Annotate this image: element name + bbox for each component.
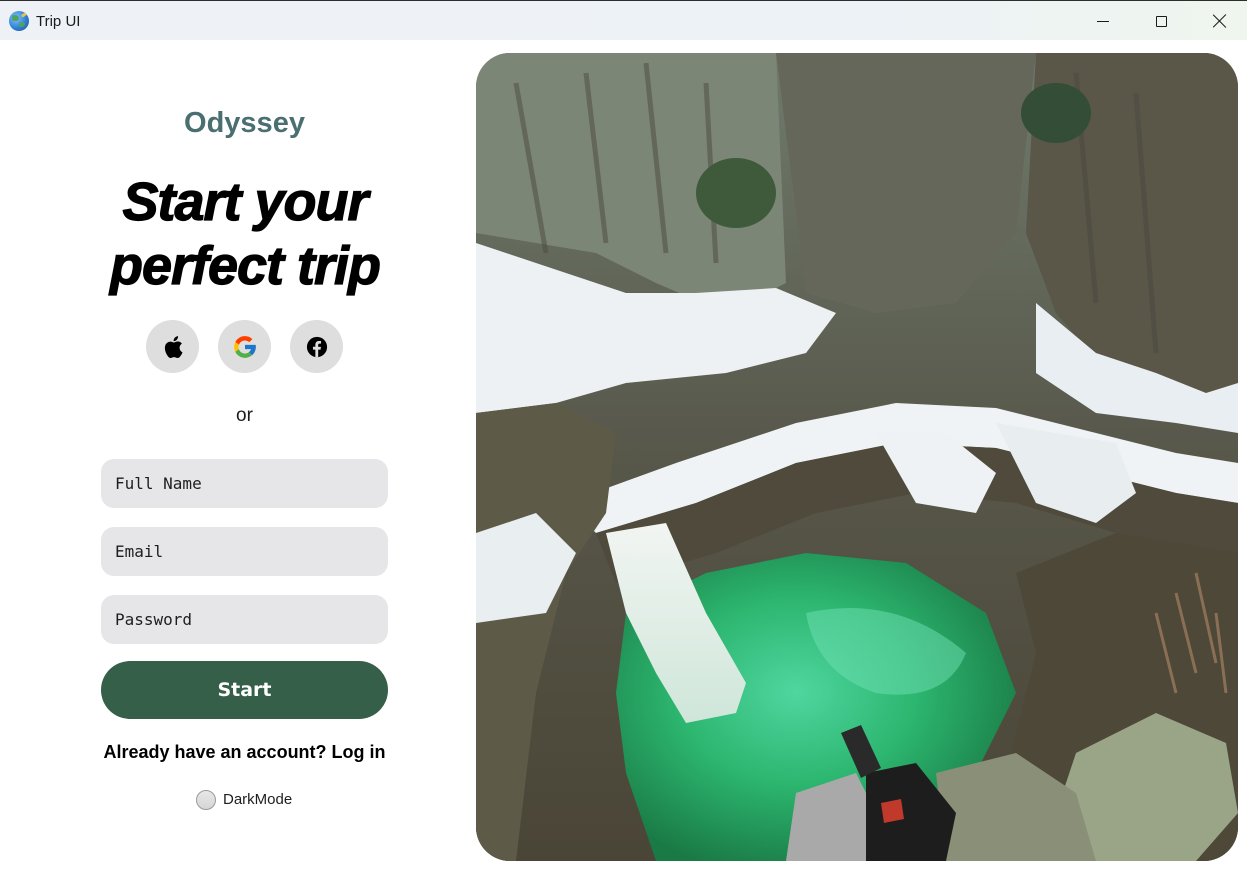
email-input[interactable]: [101, 527, 388, 576]
apple-login-button[interactable]: [146, 320, 199, 373]
window-title: Trip UI: [36, 13, 81, 30]
close-icon: [1212, 14, 1226, 28]
password-input[interactable]: [101, 595, 388, 644]
dark-mode-label: DarkMode: [223, 791, 293, 808]
facebook-login-button[interactable]: [290, 320, 343, 373]
google-login-button[interactable]: [218, 320, 271, 373]
title-bar: Trip UI: [0, 0, 1247, 40]
minimize-icon: [1097, 20, 1109, 22]
minimize-button[interactable]: [1074, 1, 1132, 41]
globe-icon: [9, 11, 29, 31]
or-separator: or: [236, 405, 253, 426]
brand-title: Odyssey: [184, 107, 305, 139]
close-button[interactable]: [1190, 1, 1247, 41]
login-link[interactable]: Already have an account? Log in: [0, 742, 489, 763]
facebook-icon: [306, 336, 327, 357]
full-name-input[interactable]: [101, 459, 388, 508]
start-button[interactable]: Start: [101, 661, 388, 719]
google-icon: [233, 335, 256, 358]
maximize-icon: [1155, 15, 1167, 27]
headline: Start your perfect trip: [60, 170, 430, 298]
canyon-waterfall-photo: [476, 53, 1238, 861]
hero-photo: [476, 53, 1238, 861]
apple-icon: [164, 335, 182, 358]
headline-line-2: perfect trip: [109, 235, 381, 296]
dark-mode-radio[interactable]: [196, 790, 216, 810]
headline-line-1: Start your: [122, 171, 369, 232]
maximize-button[interactable]: [1132, 1, 1190, 41]
